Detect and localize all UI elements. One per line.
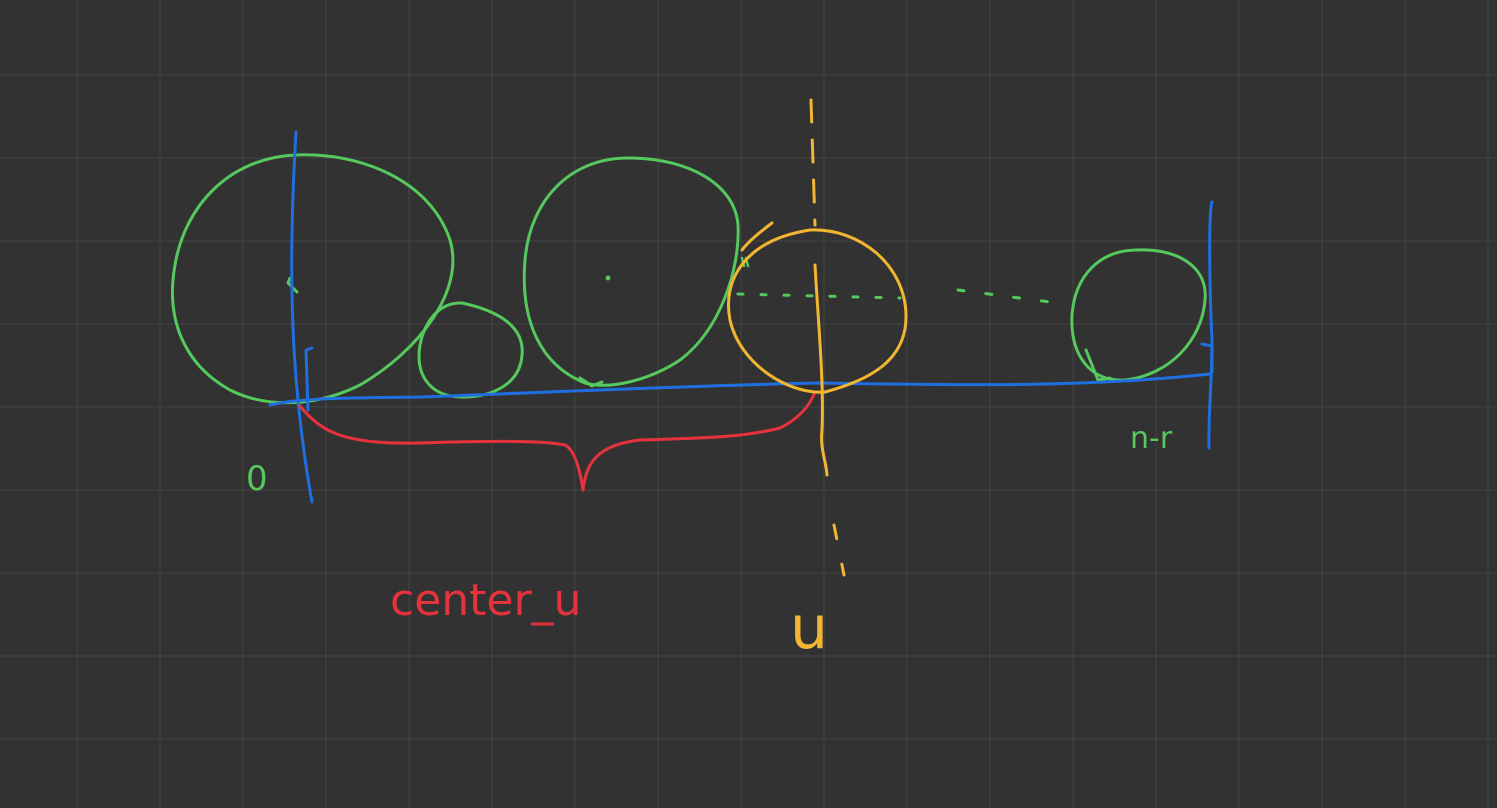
query-dash-top — [809, 98, 817, 227]
circle-1 — [170, 153, 455, 405]
right-axis-hook — [1200, 342, 1214, 374]
circle-last — [1070, 248, 1207, 382]
left-axis-line — [290, 130, 314, 504]
ellipsis-dashes — [956, 288, 1052, 304]
query-circle-tail — [740, 221, 774, 252]
query-group — [727, 98, 908, 577]
circle-3-center-dot — [605, 275, 611, 281]
grid-lines — [0, 0, 1497, 808]
end-label: n-r — [1130, 421, 1173, 456]
query-label: u — [790, 593, 828, 663]
right-axis-line — [1207, 200, 1214, 450]
circle-group — [170, 153, 1207, 405]
query-dash-bottom — [832, 523, 846, 577]
base-line — [268, 372, 1212, 407]
whiteboard-canvas: 0 n-r center_u u — [0, 0, 1497, 808]
origin-label: 0 — [246, 459, 268, 499]
circle-3 — [522, 156, 740, 387]
center-dash-line — [736, 292, 902, 300]
circle-3-tick — [578, 376, 604, 388]
center-u-label: center_u — [390, 575, 581, 626]
query-line — [813, 263, 829, 477]
